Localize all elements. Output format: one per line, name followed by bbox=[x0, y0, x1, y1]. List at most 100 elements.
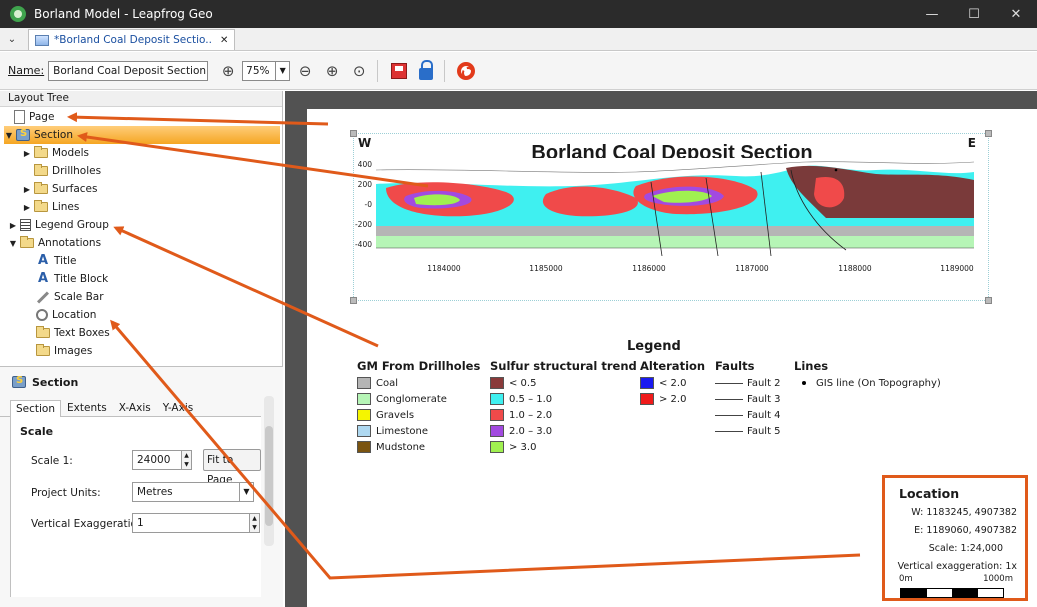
tree-item-legend-group[interactable]: ▶ Legend Group bbox=[8, 216, 109, 234]
unlock-icon bbox=[419, 59, 434, 80]
y-tick-label: -0 bbox=[364, 200, 372, 209]
legend-item: Fault 3 bbox=[715, 391, 781, 407]
toolbar-divider bbox=[377, 59, 379, 82]
location-annotation[interactable]: Location W: 1183245, 4907382 E: 1189060,… bbox=[882, 475, 1028, 601]
vertical-exaggeration-spinner[interactable]: ▲ ▼ bbox=[250, 513, 260, 533]
swatch-alteration-high bbox=[640, 393, 654, 405]
legend-sulfur-column: Sulfur structural trend < 0.5 0.5 – 1.0 … bbox=[490, 359, 637, 455]
zoom-level-select[interactable]: 75% ▼ bbox=[242, 60, 291, 81]
x-tick-label: 1186000 bbox=[632, 264, 666, 273]
resize-handle[interactable] bbox=[985, 297, 992, 304]
layout-canvas[interactable]: W E Borland Coal Deposit Section 400 200… bbox=[285, 91, 1037, 607]
swatch-limestone bbox=[357, 425, 371, 437]
zoom-out-icon[interactable]: ⊖ bbox=[293, 59, 317, 83]
properties-panel: Section Section Extents X-Axis Y-Axis Sc… bbox=[0, 366, 283, 607]
tree-item-location[interactable]: Location bbox=[36, 306, 96, 324]
properties-scrollbar[interactable] bbox=[264, 396, 274, 546]
tab-section-layout[interactable]: *Borland Coal Deposit Sectio.. ✕ bbox=[28, 29, 236, 50]
folder-icon bbox=[20, 236, 34, 248]
legend-heading: Lines bbox=[794, 359, 829, 373]
legend-item: < 2.0 bbox=[640, 375, 705, 391]
layout-tree: Page ▼ Section ▶ Models Drillholes ▶ Sur… bbox=[0, 107, 282, 383]
legend-heading: Faults bbox=[715, 359, 755, 373]
close-window-button[interactable]: ✕ bbox=[995, 0, 1037, 28]
legend-item: > 3.0 bbox=[490, 439, 637, 455]
maximize-button[interactable]: ☐ bbox=[953, 0, 995, 28]
section-layout-icon bbox=[35, 34, 49, 46]
chevron-down-icon[interactable]: ▼ bbox=[276, 60, 291, 81]
folder-icon bbox=[34, 200, 48, 212]
tree-item-title[interactable]: A Title bbox=[36, 252, 77, 270]
tree-item-surfaces[interactable]: ▶ Surfaces bbox=[22, 180, 97, 198]
y-tick-label: 200 bbox=[357, 180, 372, 189]
tree-item-text-boxes[interactable]: Text Boxes bbox=[36, 324, 110, 342]
minimize-button[interactable]: — bbox=[911, 0, 953, 28]
resize-handle[interactable] bbox=[350, 297, 357, 304]
project-units-label: Project Units: bbox=[31, 487, 101, 499]
tree-item-title-block[interactable]: A Title Block bbox=[36, 270, 108, 288]
tree-item-section[interactable]: ▼ Section bbox=[4, 126, 280, 144]
zoom-to-fit-icon[interactable]: ⊕ bbox=[320, 59, 344, 83]
vertical-exaggeration-label: Vertical Exaggeration: bbox=[31, 518, 148, 530]
help-button[interactable] bbox=[454, 59, 478, 83]
save-button[interactable] bbox=[387, 59, 411, 83]
properties-title-text: Section bbox=[32, 375, 79, 389]
tree-item-scale-bar[interactable]: Scale Bar bbox=[36, 288, 104, 306]
expand-arrow-icon[interactable]: ▶ bbox=[22, 185, 32, 194]
tab-list-chevron-icon[interactable]: ⌄ bbox=[0, 28, 24, 50]
swatch-sulfur-2 bbox=[490, 393, 504, 405]
tree-item-page[interactable]: Page bbox=[14, 108, 54, 126]
window-title-bar: Borland Model - Leapfrog Geo — ☐ ✕ bbox=[0, 0, 1037, 28]
location-east-coords: E: 1189060, 4907382 bbox=[914, 525, 1017, 536]
location-scale: Scale: 1:24,000 bbox=[928, 543, 1003, 554]
scale-spinner[interactable]: ▲ ▼ bbox=[182, 450, 192, 470]
tree-item-images[interactable]: Images bbox=[36, 342, 92, 360]
close-tab-button[interactable]: ✕ bbox=[220, 35, 228, 46]
expand-arrow-icon[interactable]: ▶ bbox=[8, 221, 18, 230]
section-view-frame[interactable]: W E Borland Coal Deposit Section 400 200… bbox=[350, 130, 992, 304]
properties-tabs: Section Extents X-Axis Y-Axis bbox=[0, 397, 261, 417]
tree-item-models[interactable]: ▶ Models bbox=[22, 144, 89, 162]
tree-item-lines[interactable]: ▶ Lines bbox=[22, 198, 79, 216]
tab-x-axis[interactable]: X-Axis bbox=[113, 399, 157, 416]
name-input[interactable]: Borland Coal Deposit Section Layo bbox=[48, 60, 209, 81]
layout-page[interactable]: W E Borland Coal Deposit Section 400 200… bbox=[307, 109, 1037, 607]
zoom-to-page-icon[interactable]: ⊙ bbox=[347, 59, 371, 83]
zoom-in-icon[interactable]: ⊕ bbox=[216, 59, 240, 83]
tree-item-label: Lines bbox=[52, 201, 80, 213]
legend-heading: Sulfur structural trend bbox=[490, 359, 637, 373]
expand-arrow-icon[interactable]: ▶ bbox=[22, 149, 32, 158]
chevron-down-icon[interactable]: ▼ bbox=[240, 482, 254, 502]
folder-icon bbox=[34, 182, 48, 194]
legend-item: GIS line (On Topography) bbox=[794, 375, 941, 391]
scale-bar-icon bbox=[36, 290, 50, 304]
expand-arrow-icon[interactable]: ▶ bbox=[22, 203, 32, 212]
resize-handle[interactable] bbox=[985, 130, 992, 137]
tree-item-label: Scale Bar bbox=[54, 291, 104, 303]
section-icon bbox=[12, 375, 26, 388]
legend-item: Gravels bbox=[357, 407, 480, 423]
location-vertical-exaggeration: Vertical exaggeration: 1x bbox=[897, 561, 1017, 572]
fault-line-symbol bbox=[715, 430, 743, 432]
fit-to-page-button[interactable]: Fit to Page bbox=[203, 449, 261, 486]
tree-item-annotations[interactable]: ▼ Annotations bbox=[8, 234, 101, 252]
tree-item-label: Text Boxes bbox=[54, 327, 110, 339]
tree-item-drillholes[interactable]: Drillholes bbox=[34, 162, 101, 180]
properties-body: Scale Scale 1: 24000 ▲ ▼ Fit to Page Proj… bbox=[10, 417, 261, 597]
unlock-button[interactable] bbox=[414, 59, 438, 83]
fault-line-symbol bbox=[715, 382, 743, 384]
tab-section[interactable]: Section bbox=[10, 400, 62, 417]
tab-y-axis[interactable]: Y-Axis bbox=[157, 399, 200, 416]
expand-arrow-icon[interactable]: ▼ bbox=[8, 239, 18, 248]
vertical-exaggeration-input[interactable]: 1 bbox=[132, 513, 250, 533]
legend-item: Fault 2 bbox=[715, 375, 781, 391]
tab-extents[interactable]: Extents bbox=[61, 399, 113, 416]
resize-handle[interactable] bbox=[350, 130, 357, 137]
legend-lines-column: Lines GIS line (On Topography) bbox=[794, 359, 941, 391]
project-units-select[interactable]: Metres bbox=[132, 482, 240, 502]
swatch-alteration-low bbox=[640, 377, 654, 389]
expand-arrow-icon[interactable]: ▼ bbox=[4, 131, 14, 140]
scale-input[interactable]: 24000 bbox=[132, 450, 182, 470]
legend-item: Limestone bbox=[357, 423, 480, 439]
window-controls: — ☐ ✕ bbox=[911, 0, 1037, 28]
